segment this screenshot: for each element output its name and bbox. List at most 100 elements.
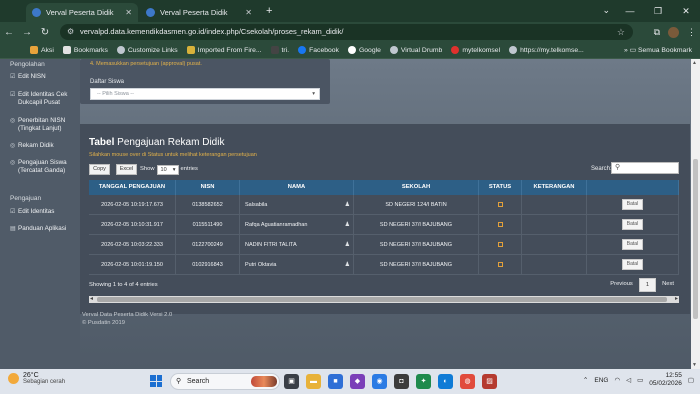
bookmark-mytelkomsel[interactable]: mytelkomsel: [451, 46, 500, 54]
cell-status[interactable]: [479, 255, 522, 274]
excel-button[interactable]: Excel: [116, 164, 137, 175]
battery-icon[interactable]: ▭: [637, 376, 643, 384]
task-view-icon[interactable]: ▣: [284, 374, 299, 389]
navigation-bar: ← → ↻ ⚙ vervalpd.data.kemendikdasmen.go.…: [0, 22, 700, 42]
bookmark-google[interactable]: Google: [347, 46, 381, 54]
status-icon[interactable]: [497, 202, 503, 208]
language-indicator[interactable]: ENG: [594, 377, 608, 384]
minimize-icon[interactable]: —: [616, 0, 644, 22]
sidebar-item-label: Edit Identitas: [18, 208, 55, 215]
menu-icon[interactable]: ⋮: [687, 27, 696, 38]
bookmark-bookmarks[interactable]: Bookmarks: [62, 46, 108, 54]
bookmark-customize-links[interactable]: Customize Links: [116, 46, 178, 54]
scroll-down-icon[interactable]: ▼: [692, 362, 697, 368]
profile-avatar[interactable]: [668, 26, 679, 38]
chrome-icon[interactable]: ◍: [460, 374, 475, 389]
app-icon[interactable]: ◉: [372, 374, 387, 389]
bookmark-virtual-drumb[interactable]: Virtual Drumb: [389, 46, 442, 54]
cell-status[interactable]: [479, 235, 522, 254]
site-info-icon[interactable]: ⚙: [67, 24, 74, 40]
person-icon[interactable]: ♟: [345, 195, 350, 214]
person-icon[interactable]: ♟: [345, 235, 350, 254]
scroll-left-icon[interactable]: ◂: [90, 295, 93, 302]
circle-icon: ◎: [10, 143, 16, 149]
page-1-button[interactable]: 1: [638, 278, 657, 292]
sidebar-item-rekam-didik[interactable]: ◎ Rekam Didik: [10, 142, 80, 150]
search-input[interactable]: ⚲: [611, 162, 679, 174]
scroll-right-icon[interactable]: ▸: [675, 295, 678, 302]
tab-verval-2[interactable]: Verval Peserta Didik ✕: [140, 3, 258, 22]
chevron-up-icon[interactable]: ⌃: [583, 376, 588, 384]
sidebar-item-pengajuan-siswa[interactable]: ◎ Pengajuan Siswa (Tercatat Ganda): [10, 159, 80, 175]
app-icon[interactable]: ✦: [416, 374, 431, 389]
cell-nama: Putri Oktavia ♟: [240, 255, 354, 274]
col-status[interactable]: STATUS: [479, 180, 522, 195]
status-icon[interactable]: [497, 242, 503, 248]
scroll-up-icon[interactable]: ▲: [692, 60, 697, 66]
windows-start-icon[interactable]: [150, 375, 162, 387]
pilih-siswa-select[interactable]: -- Pilih Siswa -- ▾: [90, 88, 320, 100]
address-bar[interactable]: ⚙ vervalpd.data.kemendikdasmen.go.id/ind…: [60, 24, 633, 40]
wifi-icon[interactable]: ◠: [614, 376, 620, 384]
copy-button[interactable]: Copy: [89, 164, 110, 175]
close-window-icon[interactable]: ✕: [672, 0, 700, 22]
bookmark-facebook[interactable]: Facebook: [298, 46, 339, 54]
col-keterangan[interactable]: KETERANGAN: [522, 180, 587, 195]
status-icon[interactable]: [497, 222, 503, 228]
sidebar-item-penerbitan-nisn[interactable]: ◎ Penerbitan NISN (Tingkat Lanjut): [10, 117, 80, 133]
back-icon[interactable]: ←: [0, 27, 18, 38]
batal-button[interactable]: Batal: [622, 259, 643, 271]
sidebar-item-edit-identitas-dukcapil[interactable]: ☑ Edit Identitas Cek Dukcapil Pusat: [10, 91, 80, 107]
col-nisn[interactable]: NISN: [176, 180, 240, 195]
col-nama[interactable]: NAMA: [240, 180, 354, 195]
app-icon[interactable]: ◆: [350, 374, 365, 389]
camera-icon[interactable]: ◘: [394, 374, 409, 389]
extensions-icon[interactable]: ⧉: [654, 27, 660, 38]
vertical-scrollbar[interactable]: ▲ ▼: [691, 59, 700, 369]
scrollbar-thumb[interactable]: [693, 159, 698, 319]
horizontal-scrollbar[interactable]: ◂ ▸: [89, 296, 679, 303]
tab-verval-1[interactable]: Verval Peserta Didik ✕: [26, 3, 138, 22]
weather-widget[interactable]: 26°C Sebagian cerah: [8, 372, 65, 385]
restore-icon[interactable]: ❐: [644, 0, 672, 22]
cell-status[interactable]: [479, 215, 522, 234]
new-tab-button[interactable]: +: [266, 5, 272, 17]
batal-button[interactable]: Batal: [622, 219, 643, 231]
reload-icon[interactable]: ↻: [36, 27, 54, 38]
bookmark-tri[interactable]: tri.: [270, 46, 289, 54]
app-icon[interactable]: ▨: [482, 374, 497, 389]
sidebar-item-edit-identitas[interactable]: ☑ Edit Identitas: [10, 208, 80, 216]
forward-icon[interactable]: →: [18, 27, 36, 38]
cell-tanggal: 2026-02-05 10:03:22.333: [89, 235, 176, 254]
tab-search-icon[interactable]: ⌄: [602, 5, 610, 16]
next-button[interactable]: Next: [656, 278, 680, 292]
close-tab-icon[interactable]: ✕: [125, 8, 132, 17]
table-header: TANGGAL PENGAJUAN NISN NAMA SEKOLAH STAT…: [89, 180, 679, 195]
bookmark-aksi[interactable]: Aksi: [30, 46, 54, 54]
sidebar-item-edit-nisn[interactable]: ☑ Edit NISN: [10, 73, 80, 81]
notification-icon[interactable]: ▢: [688, 376, 694, 384]
batal-button[interactable]: Batal: [622, 239, 643, 251]
person-icon[interactable]: ♟: [345, 215, 350, 234]
sidebar-item-panduan-aplikasi[interactable]: ▤ Panduan Aplikasi: [10, 225, 80, 233]
file-explorer-icon[interactable]: ▬: [306, 374, 321, 389]
entries-select[interactable]: 10 ▾: [156, 164, 179, 175]
previous-button[interactable]: Previous: [604, 278, 639, 292]
edge-icon[interactable]: ◐: [438, 374, 453, 389]
scrollbar-thumb[interactable]: [97, 297, 667, 302]
col-sekolah[interactable]: SEKOLAH: [354, 180, 479, 195]
person-icon[interactable]: ♟: [345, 255, 350, 274]
batal-button[interactable]: Batal: [622, 199, 643, 211]
all-bookmarks-button[interactable]: » ▭ Semua Bookmark: [624, 42, 692, 59]
taskbar-search[interactable]: ⚲ Search: [170, 373, 280, 390]
bookmark-star-icon[interactable]: ☆: [617, 24, 625, 40]
close-tab-icon[interactable]: ✕: [245, 8, 252, 17]
volume-icon[interactable]: ◁: [626, 376, 631, 384]
status-icon[interactable]: [497, 262, 503, 268]
cell-status[interactable]: [479, 195, 522, 214]
col-tanggal[interactable]: TANGGAL PENGAJUAN: [89, 180, 176, 195]
app-icon[interactable]: ■: [328, 374, 343, 389]
bookmark-my-telkomsel-url[interactable]: https://my.telkomse...: [509, 46, 584, 54]
bookmark-imported[interactable]: Imported From Fire...: [186, 46, 262, 54]
clock[interactable]: 12:55 05/02/2026: [649, 372, 682, 388]
